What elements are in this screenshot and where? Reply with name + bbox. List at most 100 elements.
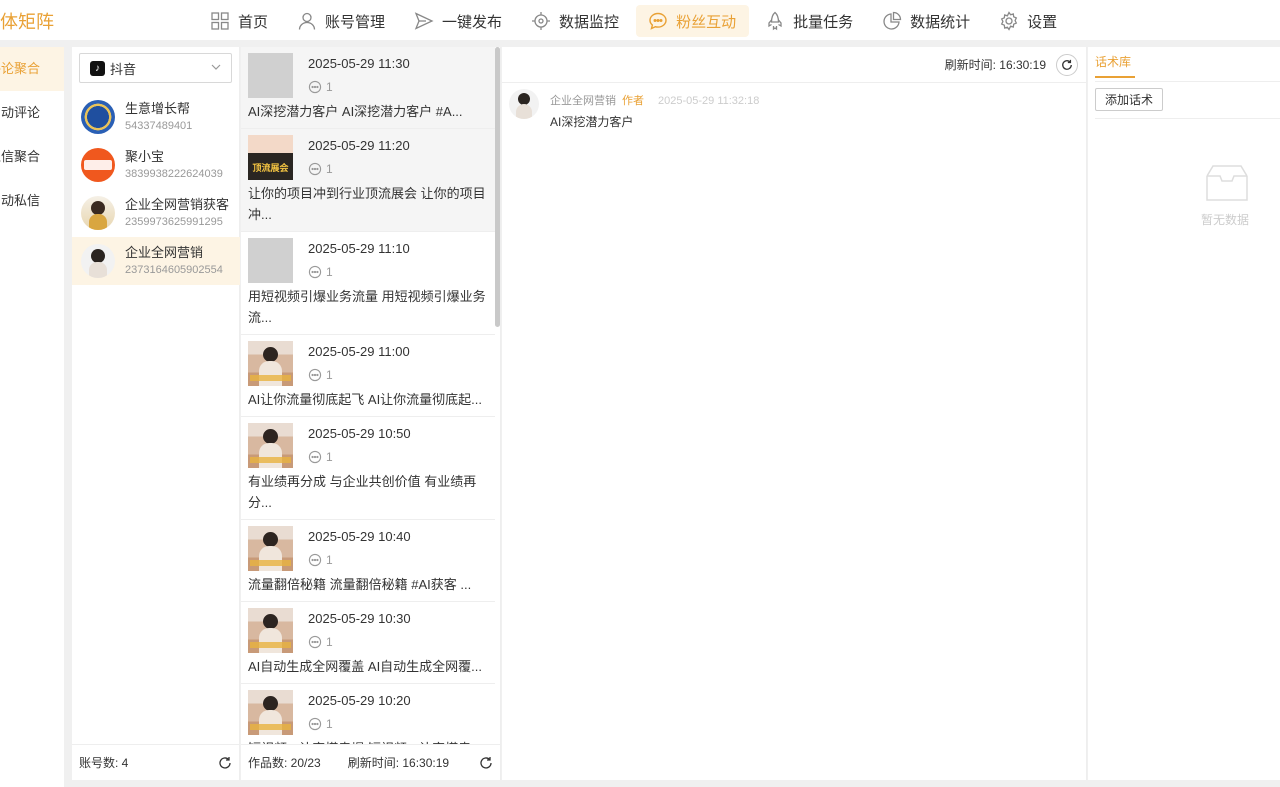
side-nav: 评论聚合 自动评论 私信聚合 自动私信 bbox=[0, 47, 64, 787]
works-count: 作品数: 20/23 bbox=[248, 756, 321, 770]
comment-icon bbox=[308, 162, 322, 176]
nav-label: 数据监控 bbox=[559, 13, 620, 31]
work-item[interactable]: 2025-05-29 11:10 1 用短视频引爆业务流量 用短视频引爆业务流... bbox=[241, 232, 495, 335]
comment-icon bbox=[308, 80, 322, 94]
work-time: 2025-05-29 11:20 bbox=[308, 138, 410, 153]
refresh-icon[interactable] bbox=[218, 756, 232, 770]
comment-item[interactable]: 企业全网营销 作者 2025-05-29 11:32:18 AI深挖潜力客户 bbox=[502, 83, 1086, 133]
comment-count-value: 1 bbox=[326, 80, 333, 94]
comment-count-value: 1 bbox=[326, 635, 333, 649]
nav-item-home[interactable]: 首页 bbox=[198, 5, 281, 37]
account-name: 聚小宝 bbox=[125, 149, 165, 164]
refresh-button[interactable] bbox=[1056, 53, 1078, 76]
work-item[interactable]: 2025-05-29 11:30 1 AI深挖潜力客户 AI深挖潜力客户 #A... bbox=[241, 47, 495, 129]
work-item[interactable]: 2025-05-29 10:50 1 有业绩再分成 与企业共创价值 有业绩再分... bbox=[241, 417, 495, 520]
comment-count-value: 1 bbox=[326, 717, 333, 731]
work-item[interactable]: 2025-05-29 10:40 1 流量翻倍秘籍 流量翻倍秘籍 #AI获客 ... bbox=[241, 520, 495, 602]
user-icon bbox=[298, 12, 316, 30]
account-id: 2359973625991295 bbox=[125, 216, 223, 228]
account-count: 账号数: 4 bbox=[72, 744, 240, 780]
comment-count: 1 bbox=[308, 717, 333, 731]
send-icon bbox=[414, 12, 434, 30]
avatar bbox=[81, 196, 115, 230]
nav-label: 数据统计 bbox=[910, 13, 971, 31]
account-item[interactable]: 企业全网营销 2373164605902554 bbox=[72, 237, 240, 285]
comments-panel: 刷新时间: 16:30:19 企业全网营销 作者 2025-05-29 11:32:… bbox=[502, 47, 1087, 780]
comment-icon bbox=[308, 368, 322, 382]
sidenav-label: 自动评论 bbox=[0, 105, 41, 120]
comment-count-value: 1 bbox=[326, 368, 333, 382]
comment-author: 企业全网营销 bbox=[550, 95, 616, 107]
avatar bbox=[509, 89, 539, 119]
add-script-button[interactable]: 添加话术 bbox=[1095, 88, 1163, 111]
gear-icon bbox=[1000, 11, 1018, 31]
avatar bbox=[81, 148, 115, 182]
comment-count-value: 1 bbox=[326, 553, 333, 567]
chevron-down-icon bbox=[211, 64, 221, 70]
main-nav: 首页 账号管理 一键发布 数据监控 粉丝互动 批量任务 数据统计 设置 bbox=[198, 5, 1074, 37]
nav-label: 一键发布 bbox=[442, 13, 503, 31]
comment-count: 1 bbox=[308, 635, 333, 649]
comment-time: 2025-05-29 11:32:18 bbox=[658, 95, 760, 107]
platform-select[interactable]: ♪ 抖音 bbox=[79, 53, 232, 83]
nav-label: 首页 bbox=[238, 13, 269, 31]
account-id: 3839938222624039 bbox=[125, 168, 223, 180]
nav-item-statistics[interactable]: 数据统计 bbox=[870, 5, 983, 37]
nav-item-publish[interactable]: 一键发布 bbox=[402, 5, 515, 37]
work-title: AI深挖潜力客户 AI深挖潜力客户 #A... bbox=[248, 104, 463, 119]
sidenav-label: 评论聚合 bbox=[0, 61, 41, 76]
comment-count-value: 1 bbox=[326, 450, 333, 464]
sidenav-item-auto-comment[interactable]: 自动评论 bbox=[0, 91, 64, 135]
scripts-panel: 话术库 添加话术 暂无数据 bbox=[1088, 47, 1280, 780]
sidenav-item-dm-aggregate[interactable]: 私信聚合 bbox=[0, 135, 64, 179]
work-thumbnail bbox=[248, 608, 293, 653]
thumb-text: 顶流展会 bbox=[252, 163, 289, 173]
account-item[interactable]: 聚小宝 3839938222624039 bbox=[72, 141, 240, 189]
tab-script-library[interactable]: 话术库 bbox=[1095, 53, 1135, 78]
chat-icon bbox=[649, 12, 667, 30]
comment-icon bbox=[308, 635, 322, 649]
divider bbox=[1095, 81, 1280, 82]
empty-state-text: 暂无数据 bbox=[1201, 213, 1250, 227]
refresh-icon[interactable] bbox=[479, 756, 493, 770]
divider bbox=[1095, 118, 1280, 119]
nav-item-fan-interaction[interactable]: 粉丝互动 bbox=[636, 5, 750, 37]
work-thumbnail bbox=[248, 526, 293, 571]
works-footer: 作品数: 20/23 刷新时间: 16:30:19 bbox=[241, 744, 500, 780]
nav-item-settings[interactable]: 设置 bbox=[987, 5, 1070, 37]
nav-item-batch-tasks[interactable]: 批量任务 bbox=[753, 5, 866, 37]
sidenav-label: 自动私信 bbox=[0, 193, 41, 208]
rocket-icon bbox=[768, 11, 782, 31]
account-panel: ♪ 抖音 生意增长帮 54337489401 聚小宝 3839938222624… bbox=[72, 47, 240, 780]
sidenav-item-auto-dm[interactable]: 自动私信 bbox=[0, 179, 64, 223]
work-thumbnail bbox=[248, 423, 293, 468]
comment-count: 1 bbox=[308, 80, 333, 94]
douyin-icon: ♪ bbox=[90, 60, 105, 76]
account-item[interactable]: 生意增长帮 54337489401 bbox=[72, 93, 240, 141]
avatar bbox=[81, 244, 115, 278]
account-item[interactable]: 企业全网营销获客 2359973625991295 bbox=[72, 189, 240, 237]
nav-label: 粉丝互动 bbox=[676, 13, 737, 31]
work-title: AI自动生成全网覆盖 AI自动生成全网覆... bbox=[248, 659, 483, 674]
comment-count: 1 bbox=[308, 265, 333, 279]
comment-count: 1 bbox=[308, 553, 333, 567]
work-title: 有业绩再分成 与企业共创价值 有业绩再分... bbox=[248, 474, 477, 510]
scrollbar[interactable] bbox=[495, 47, 500, 327]
work-item[interactable]: 2025-05-29 10:30 1 AI自动生成全网覆盖 AI自动生成全网覆... bbox=[241, 602, 495, 684]
sidenav-item-comment-aggregate[interactable]: 评论聚合 bbox=[0, 47, 64, 91]
comment-count: 1 bbox=[308, 368, 333, 382]
work-title: 用短视频引爆业务流量 用短视频引爆业务流... bbox=[248, 289, 486, 325]
nav-item-monitor[interactable]: 数据监控 bbox=[519, 5, 632, 37]
work-time: 2025-05-29 10:20 bbox=[308, 693, 411, 708]
nav-item-accounts[interactable]: 账号管理 bbox=[285, 5, 398, 37]
comment-icon bbox=[308, 450, 322, 464]
empty-box-icon bbox=[1206, 165, 1248, 201]
account-id: 54337489401 bbox=[125, 120, 193, 132]
account-count-label: 账号数: 4 bbox=[79, 756, 129, 770]
account-name: 企业全网营销获客 bbox=[125, 197, 230, 212]
work-item[interactable]: 2025-05-29 11:00 1 AI让你流量彻底起飞 AI让你流量彻底起... bbox=[241, 335, 495, 417]
work-title: AI让你流量彻底起飞 AI让你流量彻底起... bbox=[248, 392, 483, 407]
comments-refresh-time: 刷新时间: 16:30:19 bbox=[944, 58, 1046, 72]
work-item[interactable]: 顶流展会 2025-05-29 11:20 1 让你的项目冲到行业顶流展会 让你的项目… bbox=[241, 129, 495, 232]
app-brand: 体矩阵 bbox=[0, 12, 54, 32]
